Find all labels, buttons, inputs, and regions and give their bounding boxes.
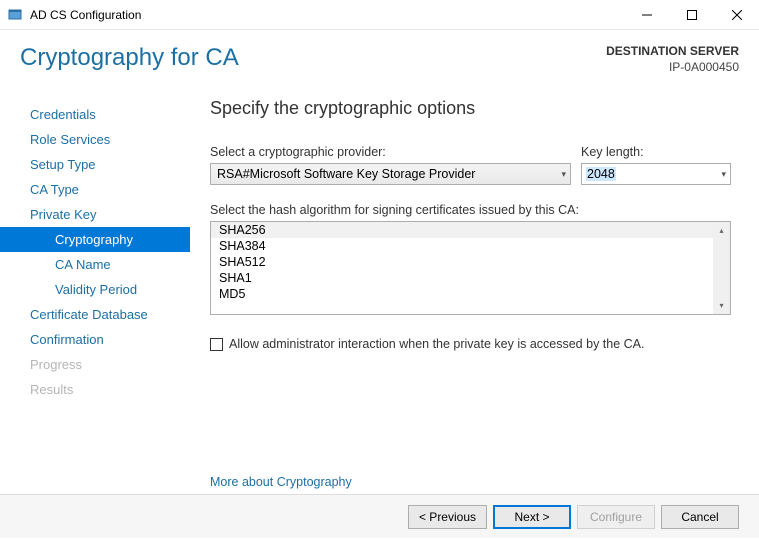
cancel-button[interactable]: Cancel bbox=[661, 505, 739, 529]
hash-option-sha512[interactable]: SHA512 bbox=[211, 254, 713, 270]
next-button[interactable]: Next > bbox=[493, 505, 571, 529]
chevron-down-icon: ▾ bbox=[721, 169, 726, 180]
configure-button[interactable]: Configure bbox=[577, 505, 655, 529]
main-content: Specify the cryptographic options Select… bbox=[190, 84, 759, 494]
hash-label: Select the hash algorithm for signing ce… bbox=[210, 203, 731, 217]
sidebar: CredentialsRole ServicesSetup TypeCA Typ… bbox=[0, 84, 190, 494]
window-title: AD CS Configuration bbox=[30, 8, 624, 22]
hash-option-sha256[interactable]: SHA256 bbox=[211, 222, 713, 238]
more-about-link[interactable]: More about Cryptography bbox=[210, 475, 352, 489]
destination-server: DESTINATION SERVER IP-0A000450 bbox=[606, 44, 739, 74]
close-button[interactable] bbox=[714, 0, 759, 30]
keylength-value: 2048 bbox=[586, 167, 616, 181]
chevron-down-icon: ▾ bbox=[561, 169, 566, 180]
sidebar-item-certificate-database[interactable]: Certificate Database bbox=[0, 302, 190, 327]
titlebar: AD CS Configuration bbox=[0, 0, 759, 30]
keylength-label: Key length: bbox=[581, 145, 731, 159]
scrollbar[interactable]: ▴ ▾ bbox=[713, 222, 730, 314]
page-title: Cryptography for CA bbox=[20, 44, 606, 72]
footer: < Previous Next > Configure Cancel bbox=[0, 494, 759, 538]
hash-option-sha384[interactable]: SHA384 bbox=[211, 238, 713, 254]
sidebar-item-setup-type[interactable]: Setup Type bbox=[0, 152, 190, 177]
keylength-dropdown[interactable]: 2048 ▾ bbox=[581, 163, 731, 185]
sidebar-item-credentials[interactable]: Credentials bbox=[0, 102, 190, 127]
provider-value: RSA#Microsoft Software Key Storage Provi… bbox=[217, 167, 475, 181]
minimize-button[interactable] bbox=[624, 0, 669, 30]
sidebar-item-private-key[interactable]: Private Key bbox=[0, 202, 190, 227]
scroll-track[interactable] bbox=[713, 239, 730, 297]
header: Cryptography for CA DESTINATION SERVER I… bbox=[0, 30, 759, 84]
app-icon bbox=[0, 7, 30, 23]
admin-interaction-label: Allow administrator interaction when the… bbox=[229, 337, 644, 351]
admin-interaction-checkbox[interactable] bbox=[210, 338, 223, 351]
destination-label: DESTINATION SERVER bbox=[606, 44, 739, 58]
provider-dropdown[interactable]: RSA#Microsoft Software Key Storage Provi… bbox=[210, 163, 571, 185]
sidebar-item-results: Results bbox=[0, 377, 190, 402]
admin-interaction-checkbox-row: Allow administrator interaction when the… bbox=[210, 337, 731, 351]
provider-label: Select a cryptographic provider: bbox=[210, 145, 571, 159]
hash-option-sha1[interactable]: SHA1 bbox=[211, 270, 713, 286]
window-controls bbox=[624, 0, 759, 30]
sidebar-item-role-services[interactable]: Role Services bbox=[0, 127, 190, 152]
section-heading: Specify the cryptographic options bbox=[210, 98, 731, 119]
hash-algorithm-list[interactable]: SHA256SHA384SHA512SHA1MD5 ▴ ▾ bbox=[210, 221, 731, 315]
sidebar-item-validity-period[interactable]: Validity Period bbox=[0, 277, 190, 302]
sidebar-item-cryptography[interactable]: Cryptography bbox=[0, 227, 190, 252]
sidebar-item-progress: Progress bbox=[0, 352, 190, 377]
previous-button[interactable]: < Previous bbox=[408, 505, 487, 529]
scroll-up-icon[interactable]: ▴ bbox=[713, 222, 730, 239]
sidebar-item-ca-type[interactable]: CA Type bbox=[0, 177, 190, 202]
scroll-down-icon[interactable]: ▾ bbox=[713, 297, 730, 314]
destination-value: IP-0A000450 bbox=[606, 60, 739, 74]
sidebar-item-confirmation[interactable]: Confirmation bbox=[0, 327, 190, 352]
hash-option-md5[interactable]: MD5 bbox=[211, 286, 713, 302]
maximize-button[interactable] bbox=[669, 0, 714, 30]
sidebar-item-ca-name[interactable]: CA Name bbox=[0, 252, 190, 277]
